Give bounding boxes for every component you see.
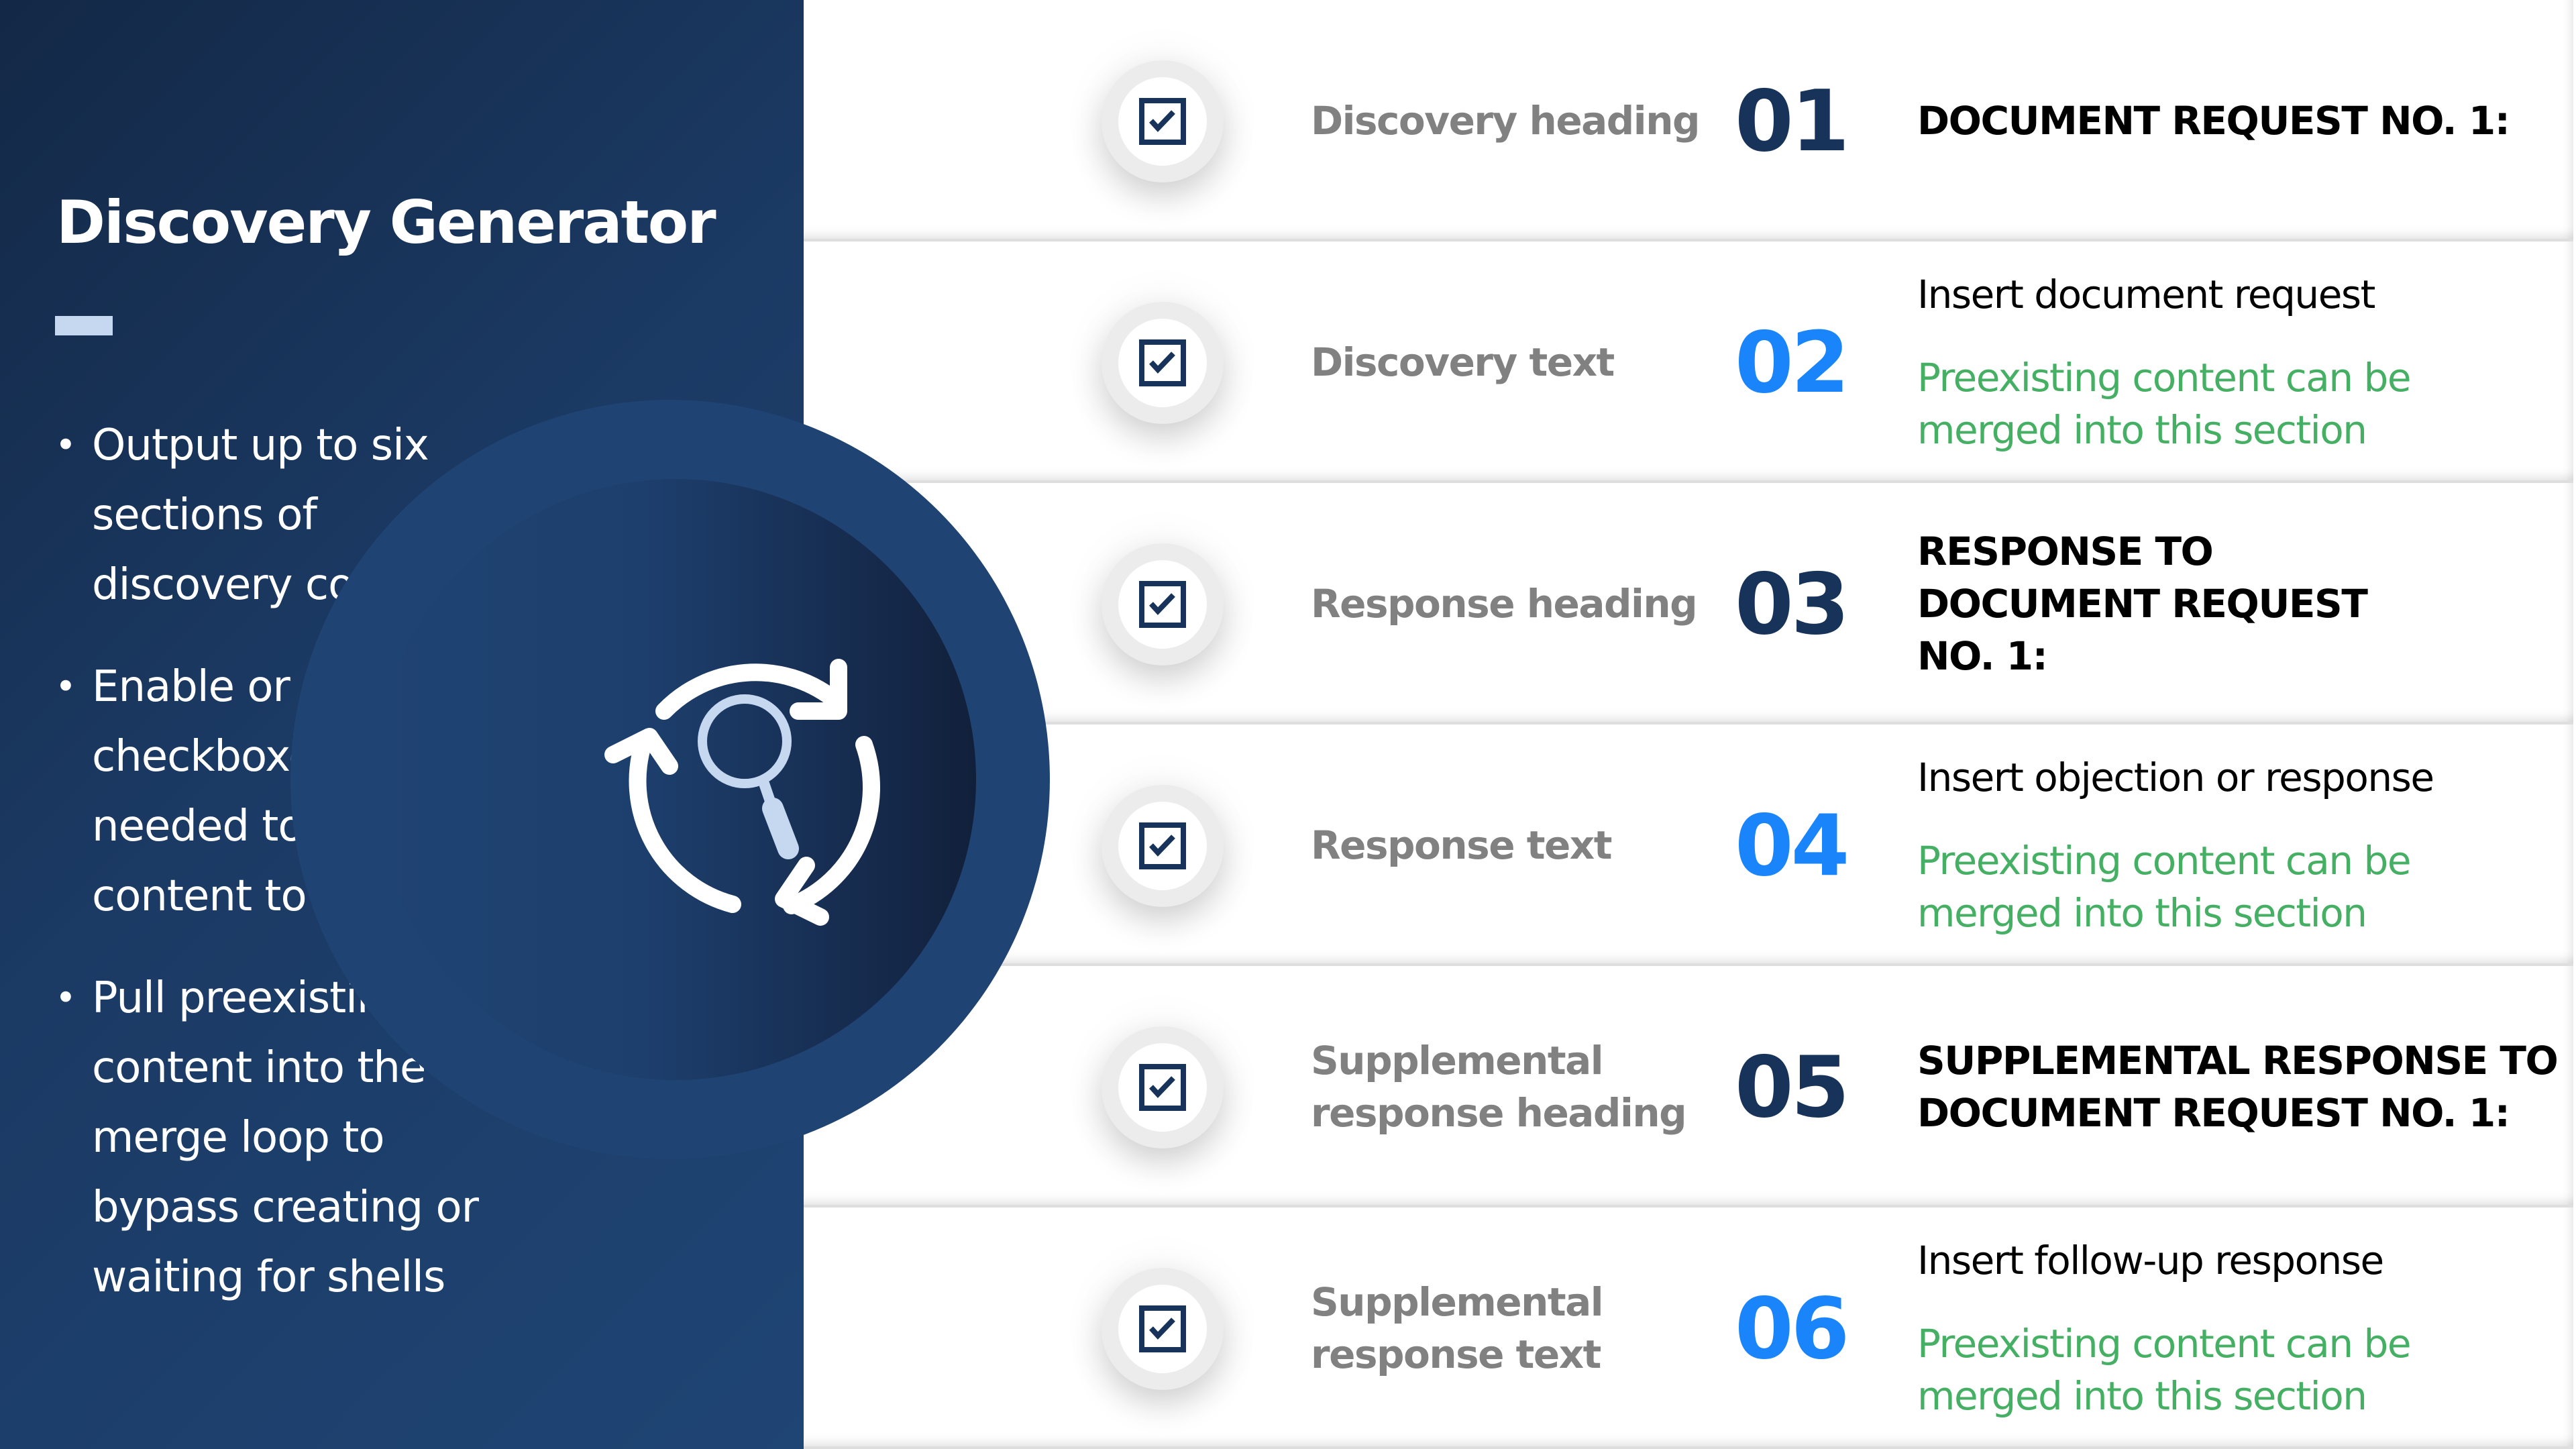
section-content: Insert follow-up response Preexisting co… <box>1917 1208 2561 1449</box>
page-title: Discovery Generator <box>56 188 716 257</box>
section-checkbox[interactable] <box>1102 60 1224 182</box>
section-content: SUPPLEMENTAL RESPONSE TO DOCUMENT REQUES… <box>1917 966 2561 1208</box>
section-label: Discovery heading <box>1311 98 1701 144</box>
section-body: Insert follow-up response <box>1917 1238 2384 1283</box>
section-number: 06 <box>1735 1279 1849 1378</box>
section-row: Discovery text 02 Insert document reques… <box>804 241 2573 483</box>
section-number: 05 <box>1735 1037 1849 1136</box>
section-body: Insert document request <box>1917 272 2375 317</box>
section-label: Supplemental response heading <box>1311 1038 1687 1136</box>
section-heading: DOCUMENT REQUEST NO. 1: <box>1917 98 2510 144</box>
section-heading: SUPPLEMENTAL RESPONSE TO DOCUMENT REQUES… <box>1917 1038 2559 1136</box>
slide: Discovery heading 01 DOCUMENT REQUEST NO… <box>0 0 2576 1449</box>
section-label: Response text <box>1311 822 1612 868</box>
section-note: Preexisting content can be merged into t… <box>1917 1321 2412 1419</box>
section-checkbox[interactable] <box>1102 1268 1224 1390</box>
section-checkbox[interactable] <box>1102 1026 1224 1148</box>
section-content: Insert document request Preexisting cont… <box>1917 241 2561 483</box>
section-row: Discovery heading 01 DOCUMENT REQUEST NO… <box>804 0 2573 241</box>
section-number: 03 <box>1735 554 1849 653</box>
section-label: Discovery text <box>1311 339 1615 385</box>
section-note: Preexisting content can be merged into t… <box>1917 355 2412 453</box>
section-heading: RESPONSE TO DOCUMENT REQUEST NO. 1: <box>1917 529 2368 679</box>
section-number: 04 <box>1735 796 1849 895</box>
title-accent-bar <box>55 316 113 335</box>
section-row: Supplemental response heading 05 SUPPLEM… <box>804 966 2573 1208</box>
checkbox-checked-icon <box>1139 1305 1186 1352</box>
section-number: 02 <box>1735 313 1849 412</box>
section-checkbox[interactable] <box>1102 785 1224 907</box>
section-row: Response heading 03 RESPONSE TO DOCUMENT… <box>804 483 2573 724</box>
section-row: Supplemental response text 06 Insert fol… <box>804 1208 2573 1449</box>
checkbox-checked-icon <box>1139 98 1186 145</box>
section-label: Supplemental response text <box>1311 1279 1604 1377</box>
section-number: 01 <box>1735 71 1849 170</box>
bullet-icon: • <box>55 424 76 466</box>
section-content: RESPONSE TO DOCUMENT REQUEST NO. 1: <box>1917 483 2561 724</box>
bullet-icon: • <box>55 665 76 708</box>
section-content: Insert objection or response Preexisting… <box>1917 724 2561 966</box>
bullet-icon: • <box>55 977 76 1019</box>
checkbox-checked-icon <box>1139 1064 1186 1111</box>
section-content: DOCUMENT REQUEST NO. 1: <box>1917 0 2561 241</box>
cycle-search-icon <box>604 659 881 926</box>
section-checkbox[interactable] <box>1102 302 1224 424</box>
sections-list: Discovery heading 01 DOCUMENT REQUEST NO… <box>804 0 2576 1449</box>
section-note: Preexisting content can be merged into t… <box>1917 838 2412 936</box>
section-checkbox[interactable] <box>1102 543 1224 665</box>
section-body: Insert objection or response <box>1917 755 2434 800</box>
checkbox-checked-icon <box>1139 581 1186 628</box>
checkbox-checked-icon <box>1139 822 1186 869</box>
section-label: Response heading <box>1311 581 1698 627</box>
section-row: Response text 04 Insert objection or res… <box>804 724 2573 966</box>
checkbox-checked-icon <box>1139 339 1186 386</box>
